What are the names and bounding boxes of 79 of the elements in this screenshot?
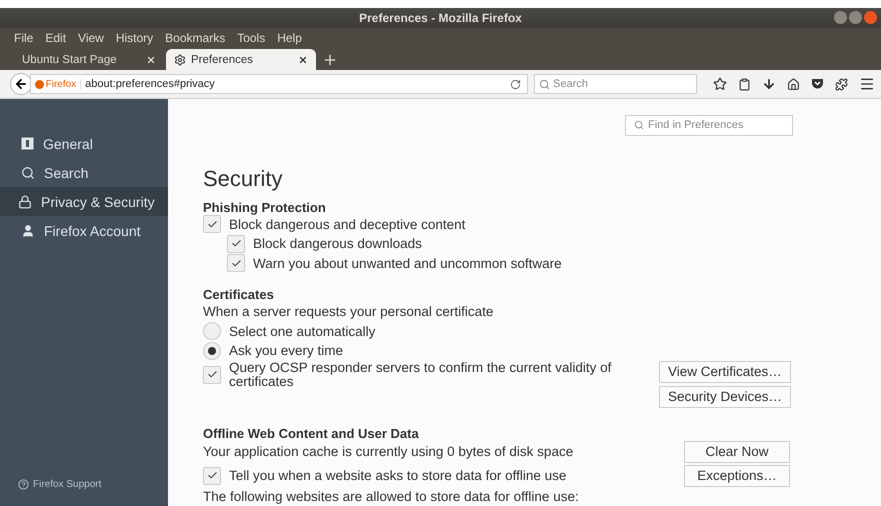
menu-icon[interactable] (859, 76, 875, 92)
browser-tab[interactable]: Ubuntu Start Page (14, 49, 164, 70)
checkbox[interactable] (227, 234, 245, 253)
url-text: about:preferences#privacy (85, 78, 216, 90)
reload-icon[interactable] (510, 78, 522, 90)
section-heading: Offline Web Content and User Data (203, 426, 420, 441)
check-icon (230, 258, 242, 269)
sidebar-item[interactable]: Privacy & Security (0, 187, 168, 216)
note-text: The following websites are allowed to store data for offline use: (203, 488, 580, 506)
exceptions-button[interactable]: Exceptions… (684, 464, 790, 487)
option-label: Select one automatically (229, 324, 376, 339)
url-field[interactable]: Firefox about:preferences#privacy (30, 74, 528, 94)
window-title: Preferences - Mozilla Firefox (359, 11, 522, 25)
download-icon[interactable] (762, 77, 776, 91)
search-field[interactable]: Search (534, 74, 697, 94)
menu-item[interactable]: Help (277, 31, 302, 45)
puzzle-icon[interactable] (835, 78, 848, 90)
sidebar-item[interactable]: General (0, 129, 168, 158)
tab-label: Ubuntu Start Page (22, 54, 118, 66)
find-placeholder: Find in Preferences (648, 119, 744, 132)
support-link[interactable]: Firefox Support (0, 479, 168, 490)
section-heading: Phishing Protection (203, 200, 327, 215)
lock-icon (18, 194, 32, 208)
menu-item[interactable]: File (14, 31, 34, 45)
checkbox[interactable] (203, 215, 221, 234)
dialog-button[interactable]: Security Devices… (658, 386, 791, 408)
option-label: Block dangerous downloads (253, 236, 422, 252)
sidebar-label: Search (44, 164, 88, 180)
radio-button[interactable] (203, 342, 221, 360)
sidebar-item[interactable]: Search (0, 158, 168, 187)
search-icon (634, 120, 644, 130)
check-icon (206, 218, 218, 230)
sidebar-item[interactable]: Firefox Account (0, 216, 168, 245)
menu-item[interactable]: History (116, 31, 154, 45)
user-icon (21, 224, 35, 238)
support-label: Firefox Support (33, 479, 102, 490)
minimize-button[interactable] (834, 11, 847, 24)
section-heading: Certificates (203, 287, 275, 302)
search-icon (539, 78, 550, 90)
firefox-logo-icon (34, 80, 44, 88)
new-tab-icon[interactable] (322, 52, 338, 68)
tab-label: Preferences (191, 54, 254, 66)
menu-item[interactable]: Edit (45, 31, 66, 45)
menu-item[interactable]: Tools (237, 31, 266, 45)
usage-text: Your application cache is currently using 0 bytes of disk space (203, 443, 574, 462)
option-label: Tell you when a website asks to store data for offline use (229, 468, 566, 484)
menu-item[interactable]: View (78, 31, 104, 45)
back-button[interactable] (10, 73, 32, 95)
checkbox[interactable] (203, 466, 221, 485)
browser-tab[interactable]: Preferences (166, 49, 316, 70)
search-icon (21, 166, 35, 180)
help-icon (18, 479, 29, 490)
panel-icon (21, 137, 34, 150)
clear-button[interactable]: Clear Now (684, 440, 790, 463)
shield-icon[interactable] (811, 78, 824, 90)
identity-label: Firefox (46, 78, 76, 90)
clipboard-icon[interactable] (738, 78, 751, 90)
close-button[interactable] (864, 11, 877, 24)
gear-icon (174, 54, 186, 66)
prompt-text: When a server requests your personal certificate (203, 303, 494, 322)
sidebar-label: Privacy & Security (41, 194, 155, 210)
sidebar-label: General (43, 136, 93, 152)
option-label: Query OCSP responder servers to confirm the current validity of certificates (229, 360, 612, 389)
find-field[interactable]: Find in Preferences (625, 115, 793, 136)
checkbox[interactable] (227, 254, 245, 272)
option-label: Block dangerous and deceptive content (229, 216, 466, 232)
home-icon[interactable] (787, 78, 800, 90)
checkbox[interactable] (203, 366, 221, 384)
page-heading: Security (203, 166, 284, 192)
sidebar-label: Firefox Account (44, 222, 140, 238)
star-icon[interactable] (713, 77, 727, 91)
radio-button[interactable] (203, 322, 221, 340)
close-icon[interactable] (298, 54, 308, 64)
maximize-button[interactable] (849, 11, 862, 24)
option-label: Warn you about unwanted and uncommon software (253, 256, 562, 271)
search-placeholder: Search (553, 78, 588, 90)
dialog-button[interactable]: View Certificates… (658, 360, 791, 383)
menu-item[interactable]: Bookmarks (165, 31, 226, 45)
option-label: Ask you every time (229, 343, 344, 358)
